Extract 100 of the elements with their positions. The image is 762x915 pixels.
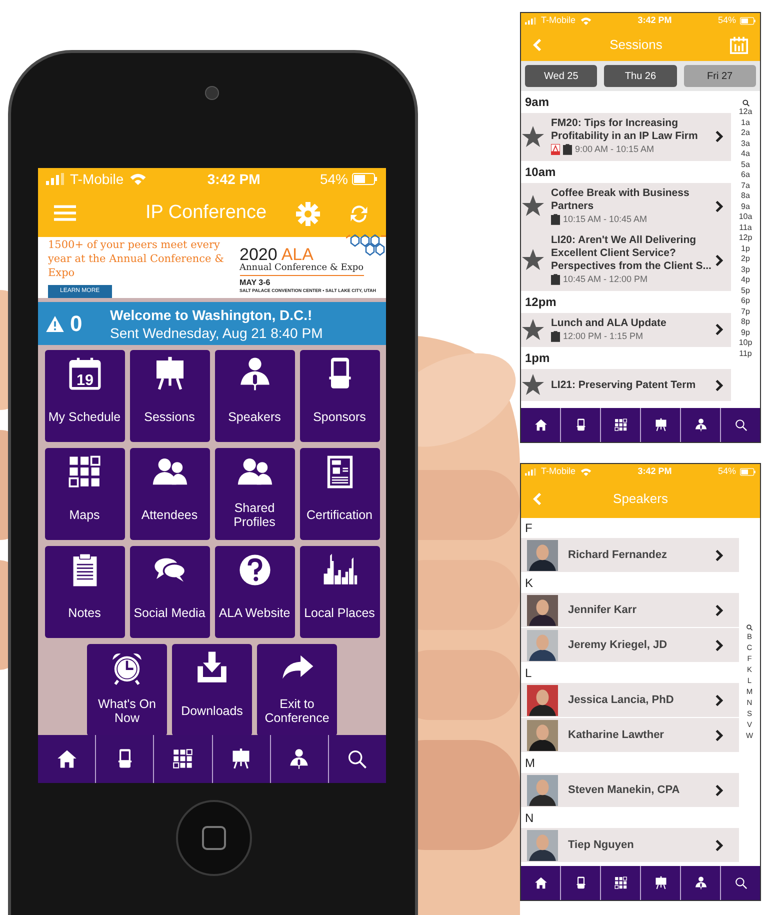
star-icon[interactable] [521,194,545,218]
hour-index-item[interactable]: 7p [741,306,750,317]
hexagon-pattern-icon [346,234,386,258]
menu-tile[interactable]: Notes [44,546,124,638]
screen-title: Speakers [612,490,669,508]
menu-tile[interactable]: What's On Now [87,644,167,735]
hour-index-item[interactable]: 12p [738,233,752,244]
hour-index-item[interactable]: 8p [741,317,750,328]
hour-index-item[interactable]: 1a [741,118,750,128]
clipboard-icon[interactable] [563,144,572,156]
hour-index-item[interactable]: 9p [741,328,750,338]
menu-tile[interactable]: Sessions [130,350,210,442]
home-icon [534,876,548,890]
search-icon[interactable] [742,99,750,107]
speaker-row[interactable]: Richard Fernandez [521,538,739,572]
speaker-row[interactable]: Katharine Lawther [521,718,739,752]
hour-index-item[interactable]: 2a [741,128,750,138]
battery-percent: 54% [718,14,736,27]
menu-tile[interactable]: Local Places [300,546,380,638]
banner-headline: 1500+ of your peers meet every year at the Annual Conference & Expo [48,238,225,280]
wifi-icon [580,468,592,476]
menu-tile[interactable]: Social Media [130,546,210,638]
battery-percent: 54% [718,464,736,478]
menu-tile[interactable]: Attendees [130,448,210,540]
carrier-name: T-Mobile [541,14,576,27]
speaker-row[interactable]: Jennifer Karr [521,593,739,627]
hour-index-item[interactable]: 6a [741,170,750,180]
home-icon [56,748,78,770]
clipboard-icon[interactable] [551,330,560,342]
star-icon[interactable] [521,124,545,149]
search-icon[interactable] [746,624,753,630]
chevron-icon [715,200,723,213]
hour-index-item[interactable]: 11p [739,348,752,359]
hour-index-item[interactable]: 1p [741,244,750,254]
signal-icon [525,468,537,476]
hour-index-item[interactable]: 10p [738,338,752,348]
hour-index-item[interactable]: 8a [741,191,750,202]
star-icon[interactable] [521,318,545,342]
battery-icon [352,173,378,185]
speaker-name: Jennifer Karr [568,602,638,618]
alert-title: Welcome to Washington, D.C.! [110,306,314,324]
menu-tile[interactable]: Maps [44,448,124,540]
speaker-name: Katharine Lawther [568,728,665,743]
carrier-name: T-Mobile [70,170,124,188]
star-icon[interactable] [521,373,545,397]
hour-index-item[interactable]: 5p [741,286,750,296]
hour-index-item[interactable]: 10a [738,212,752,222]
time-heading: 10am [525,164,556,180]
hour-index-item[interactable]: 6p [741,296,750,306]
session-row[interactable]: LI21: Preserving Patent Term [521,369,731,401]
session-row[interactable]: Coffee Break with Business Partners 10:15 AM - 10:45 AM [521,182,731,230]
day-tab[interactable]: Wed 25 [525,65,598,87]
pdf-icon[interactable] [551,144,560,156]
menu-tile[interactable]: Certification [300,448,380,540]
menu-tile[interactable]: Downloads [172,644,252,735]
hour-index-item[interactable]: 3a [741,138,750,149]
menu-tile[interactable]: Speakers [214,350,294,442]
person-microphone-icon [288,748,310,770]
session-title: FM20: Tips for Increasing Profitability in an IP Law Firm [551,117,699,143]
chevron-icon [715,838,723,852]
speaker-row[interactable]: Jessica Lancia, PhD [521,683,739,717]
hour-index-item[interactable]: 5a [741,160,750,170]
clipboard-icon[interactable] [551,274,560,286]
menu-tile[interactable]: Shared Profiles [214,448,294,540]
speaker-row[interactable]: Steven Manekin, CPA [521,773,739,807]
session-row[interactable]: FM20: Tips for Increasing Profitability in an IP Law Firm 9:00 AM - 10:15 AM [521,113,731,160]
session-time: 9:00 AM - 10:15 AM [575,143,654,156]
grid-map-icon [172,748,194,770]
session-row[interactable]: Lunch and ALA Update 12:00 PM - 1:15 PM [521,312,731,347]
hour-index-item[interactable]: 7a [741,180,750,191]
hour-index-item[interactable]: 4p [741,275,750,286]
menu-tile[interactable]: 19 My Schedule [44,350,124,442]
menu-tile[interactable]: Exit to Conference [257,644,337,735]
session-row[interactable]: LI20: Aren't We All Delivering Excellent Client Service? Perspectives from the Client S... 10:45 AM - 12:00 PM [521,230,731,290]
hour-index-item[interactable]: 2p [741,254,750,264]
hour-index-item[interactable]: 3p [741,264,750,275]
hour-index-item[interactable]: 9a [741,202,750,212]
hour-index-item[interactable]: 12a [738,107,752,118]
alert-bar[interactable]: 0 Welcome to Washington, D.C.! Sent Wednesday, Aug 21 8:40 PM [38,302,386,345]
person-microphone-icon [694,876,708,890]
chevron-icon [715,323,723,336]
hour-index-item[interactable]: 11a [739,222,752,233]
day-tab[interactable]: Thu 26 [604,65,677,87]
time-heading: 1pm [525,350,550,367]
menu-tile[interactable]: ALA Website [214,546,294,638]
speaker-row[interactable]: Jeremy Kriegel, JD [521,628,739,662]
hour-index-item[interactable]: 4a [741,149,750,160]
letter-heading: K [525,575,534,592]
menu-tile[interactable]: Sponsors [300,350,380,442]
logo-year: 2020 [240,246,278,264]
event-dates: MAY 3-6 [240,278,272,287]
session-title: Lunch and ALA Update [551,316,668,330]
day-tab[interactable]: Fri 27 [684,65,756,87]
warning-icon [46,316,64,332]
speaker-row[interactable]: Tiep Nguyen [521,828,739,862]
screen-title: Sessions [610,36,662,54]
wifi-icon [128,173,148,185]
clipboard-icon[interactable] [551,214,560,225]
star-icon[interactable] [521,248,545,272]
session-title: Coffee Break with Business Partners [551,186,690,212]
